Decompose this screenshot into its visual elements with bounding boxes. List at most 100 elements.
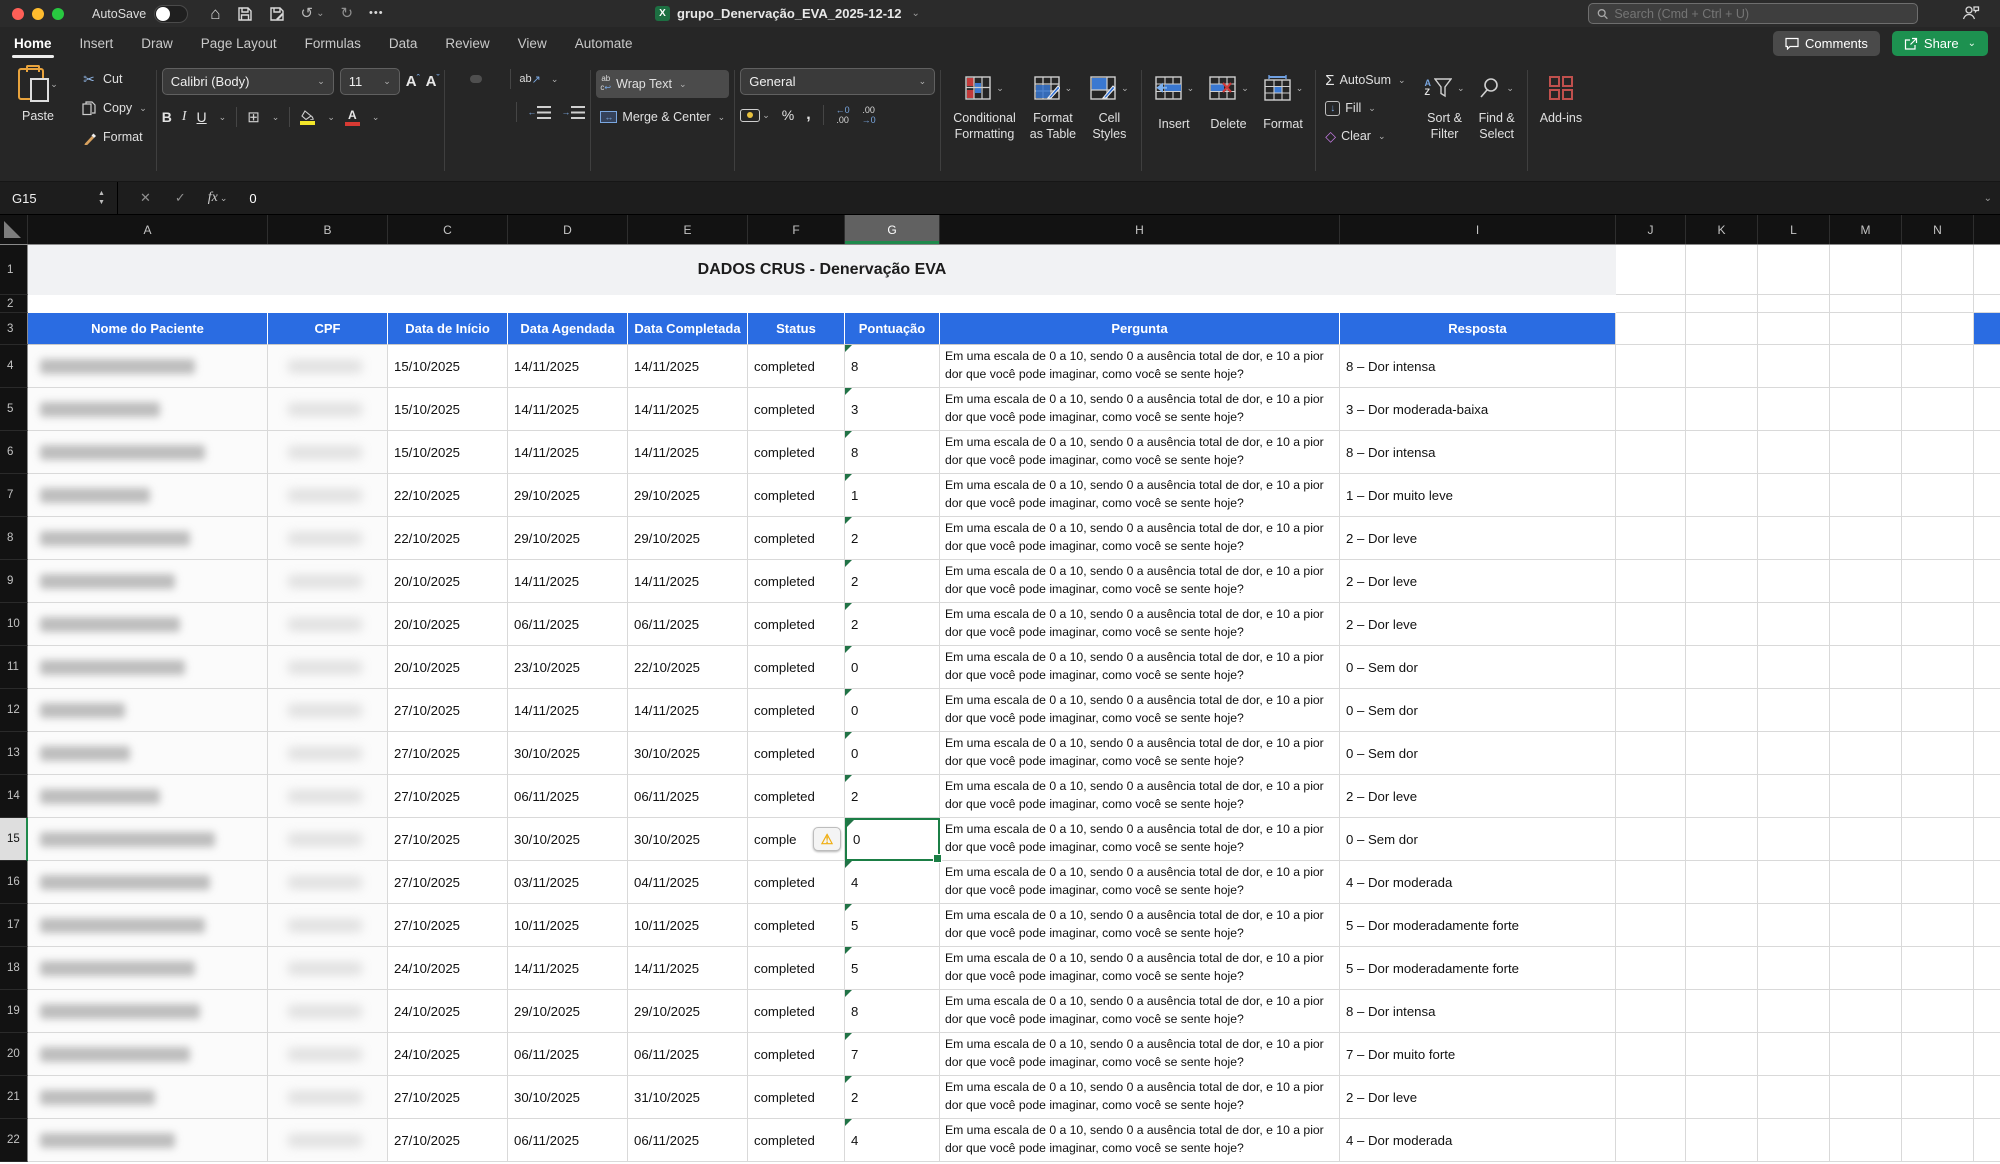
cell-D10[interactable]: 06/11/2025 — [508, 603, 628, 646]
cell-M4[interactable] — [1830, 345, 1902, 388]
cell-J6[interactable] — [1616, 431, 1686, 474]
cell-J3[interactable] — [1616, 313, 1686, 345]
cell-N20[interactable] — [1902, 1033, 1974, 1076]
format-as-table-button[interactable]: ⌄ Formatas Table — [1023, 64, 1083, 179]
cell-H10[interactable]: Em uma escala de 0 a 10, sendo 0 a ausên… — [940, 603, 1340, 646]
tab-page-layout[interactable]: Page Layout — [187, 27, 291, 60]
cell-F13[interactable]: completed — [748, 732, 845, 775]
cell-H19[interactable]: Em uma escala de 0 a 10, sendo 0 a ausên… — [940, 990, 1340, 1033]
cell-G16[interactable]: 4 — [845, 861, 940, 904]
cell-A21[interactable] — [28, 1076, 268, 1119]
cell-C13[interactable]: 27/10/2025 — [388, 732, 508, 775]
cell-G15[interactable]: 0 — [845, 818, 940, 861]
insert-cells-button[interactable]: ⌄ Insert — [1147, 64, 1202, 179]
cell-D12[interactable]: 14/11/2025 — [508, 689, 628, 732]
cell-B22[interactable] — [268, 1119, 388, 1162]
cell-K11[interactable] — [1686, 646, 1758, 689]
cell-J5[interactable] — [1616, 388, 1686, 431]
cell-F5[interactable]: completed — [748, 388, 845, 431]
decrease-indent-button[interactable]: ← — [527, 106, 551, 119]
cell-K19[interactable] — [1686, 990, 1758, 1033]
zoom-window-button[interactable] — [52, 8, 64, 20]
cell-A12[interactable] — [28, 689, 268, 732]
cell-G19[interactable]: 8 — [845, 990, 940, 1033]
comma-style-button[interactable]: , — [806, 106, 810, 124]
cell-C16[interactable]: 27/10/2025 — [388, 861, 508, 904]
cell-L12[interactable] — [1758, 689, 1830, 732]
cell-tail-6[interactable] — [1974, 431, 2000, 474]
cell-A15[interactable] — [28, 818, 268, 861]
cell-D13[interactable]: 30/10/2025 — [508, 732, 628, 775]
cell-B19[interactable] — [268, 990, 388, 1033]
row-header-12[interactable]: 12 — [0, 689, 28, 732]
cell-tail-19[interactable] — [1974, 990, 2000, 1033]
enter-icon[interactable]: ✓ — [175, 190, 186, 206]
cell-M20[interactable] — [1830, 1033, 1902, 1076]
cell-A11[interactable] — [28, 646, 268, 689]
cell-A14[interactable] — [28, 775, 268, 818]
cell-A2[interactable] — [28, 295, 1616, 313]
row-header-5[interactable]: 5 — [0, 388, 28, 431]
column-header-N[interactable]: N — [1902, 215, 1974, 244]
sort-filter-button[interactable]: AZ ⌄ Sort &Filter — [1418, 64, 1472, 179]
font-color-button[interactable]: A — [345, 109, 360, 126]
cell-L1[interactable] — [1758, 245, 1830, 295]
cell-J22[interactable] — [1616, 1119, 1686, 1162]
cell-N15[interactable] — [1902, 818, 1974, 861]
cell-K12[interactable] — [1686, 689, 1758, 732]
addins-button[interactable]: Add-ins — [1533, 64, 1589, 130]
cell-J18[interactable] — [1616, 947, 1686, 990]
fx-chevron-icon[interactable]: ⌄ — [220, 193, 228, 204]
cell-J7[interactable] — [1616, 474, 1686, 517]
cell-E17[interactable]: 10/11/2025 — [628, 904, 748, 947]
cell-L16[interactable] — [1758, 861, 1830, 904]
cell-H17[interactable]: Em uma escala de 0 a 10, sendo 0 a ausên… — [940, 904, 1340, 947]
cell-I6[interactable]: 8 – Dor intensa — [1340, 431, 1616, 474]
save-icon[interactable] — [237, 6, 253, 22]
row-header-4[interactable]: 4 — [0, 345, 28, 388]
autosave-toggle[interactable] — [154, 5, 188, 23]
cell-K18[interactable] — [1686, 947, 1758, 990]
cell-B20[interactable] — [268, 1033, 388, 1076]
cell-B13[interactable] — [268, 732, 388, 775]
cell-E6[interactable]: 14/11/2025 — [628, 431, 748, 474]
number-format-select[interactable]: General⌄ — [740, 68, 935, 95]
column-header-E[interactable]: E — [628, 215, 748, 244]
cell-F21[interactable]: completed — [748, 1076, 845, 1119]
cell-I18[interactable]: 5 – Dor moderadamente forte — [1340, 947, 1616, 990]
cell-J20[interactable] — [1616, 1033, 1686, 1076]
cell-A13[interactable] — [28, 732, 268, 775]
column-header-L[interactable]: L — [1758, 215, 1830, 244]
cell-H18[interactable]: Em uma escala de 0 a 10, sendo 0 a ausên… — [940, 947, 1340, 990]
cell-I5[interactable]: 3 – Dor moderada-baixa — [1340, 388, 1616, 431]
cell-D8[interactable]: 29/10/2025 — [508, 517, 628, 560]
cell-N9[interactable] — [1902, 560, 1974, 603]
cell-I4[interactable]: 8 – Dor intensa — [1340, 345, 1616, 388]
cell-F6[interactable]: completed — [748, 431, 845, 474]
column-header-J[interactable]: J — [1616, 215, 1686, 244]
cell-M14[interactable] — [1830, 775, 1902, 818]
row-header-21[interactable]: 21 — [0, 1076, 28, 1119]
cell-L4[interactable] — [1758, 345, 1830, 388]
column-header-D[interactable]: D — [508, 215, 628, 244]
cell-M22[interactable] — [1830, 1119, 1902, 1162]
cell-K4[interactable] — [1686, 345, 1758, 388]
row-header-6[interactable]: 6 — [0, 431, 28, 474]
cell-L21[interactable] — [1758, 1076, 1830, 1119]
account-icon[interactable] — [1962, 4, 1980, 26]
share-button[interactable]: Share ⌄ — [1892, 31, 1988, 56]
tab-insert[interactable]: Insert — [66, 27, 128, 60]
cell-E4[interactable]: 14/11/2025 — [628, 345, 748, 388]
cell-K13[interactable] — [1686, 732, 1758, 775]
cell-C18[interactable]: 24/10/2025 — [388, 947, 508, 990]
cell-M12[interactable] — [1830, 689, 1902, 732]
cell-tail-4[interactable] — [1974, 345, 2000, 388]
cell-K22[interactable] — [1686, 1119, 1758, 1162]
cell-F10[interactable]: completed — [748, 603, 845, 646]
cell-tail-7[interactable] — [1974, 474, 2000, 517]
cell-N2[interactable] — [1902, 295, 1974, 313]
cell-D7[interactable]: 29/10/2025 — [508, 474, 628, 517]
column-header-I[interactable]: I — [1340, 215, 1616, 244]
cell-N18[interactable] — [1902, 947, 1974, 990]
cell-B9[interactable] — [268, 560, 388, 603]
